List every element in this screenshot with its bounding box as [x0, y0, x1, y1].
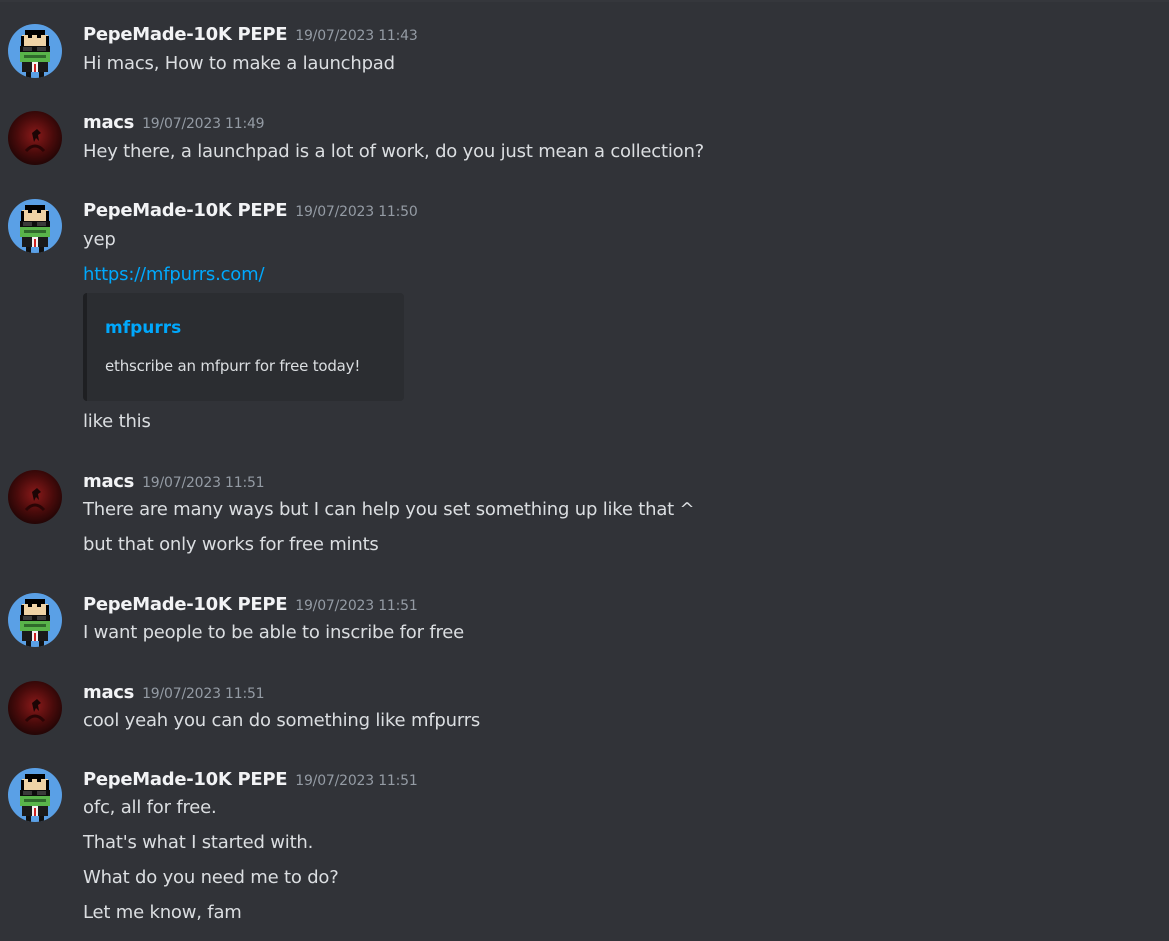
- timestamp[interactable]: 19/07/2023 11:51: [142, 686, 264, 702]
- divider: [0, 0, 1169, 2]
- macs-avatar-icon: [8, 470, 62, 524]
- message-header: PepeMade-10K PEPE 19/07/2023 11:43: [83, 24, 418, 48]
- message-link[interactable]: https://mfpurrs.com/: [83, 264, 265, 290]
- message-header: PepeMade-10K PEPE 19/07/2023 11:50: [83, 200, 418, 224]
- username[interactable]: PepeMade-10K PEPE: [83, 200, 288, 221]
- message-header: macs 19/07/2023 11:51: [83, 682, 265, 706]
- username[interactable]: PepeMade-10K PEPE: [83, 769, 288, 790]
- message-text: What do you need me to do?: [83, 867, 339, 888]
- avatar[interactable]: [8, 24, 62, 78]
- avatar[interactable]: [8, 470, 62, 524]
- message-text: yep: [83, 229, 116, 250]
- message-text: I want people to be able to inscribe for…: [83, 622, 465, 643]
- username[interactable]: PepeMade-10K PEPE: [83, 594, 288, 615]
- username[interactable]: PepeMade-10K PEPE: [83, 24, 288, 45]
- chat-message-list: PepeMade-10K PEPE 19/07/2023 11:43 Hi mac…: [0, 0, 1169, 941]
- pepe-avatar-icon: [8, 593, 62, 647]
- timestamp[interactable]: 19/07/2023 11:51: [295, 773, 417, 789]
- link-embed: mfpurrs ethscribe an mfpurr for free tod…: [83, 293, 404, 401]
- avatar[interactable]: [8, 199, 62, 253]
- username[interactable]: macs: [83, 471, 134, 492]
- message-text: cool yeah you can do something like mfpu…: [83, 710, 481, 731]
- message-text: like this: [83, 411, 151, 432]
- message-text: Hey there, a launchpad is a lot of work,…: [83, 141, 705, 162]
- timestamp[interactable]: 19/07/2023 11:51: [142, 475, 264, 491]
- message-header: macs 19/07/2023 11:51: [83, 471, 265, 495]
- message-text: That's what I started with.: [83, 832, 314, 853]
- timestamp[interactable]: 19/07/2023 11:43: [295, 28, 417, 44]
- timestamp[interactable]: 19/07/2023 11:51: [295, 598, 417, 614]
- avatar[interactable]: [8, 593, 62, 647]
- embed-description: ethscribe an mfpurr for free today!: [105, 357, 361, 375]
- message-text: Hi macs, How to make a launchpad: [83, 53, 395, 74]
- macs-avatar-icon: [8, 681, 62, 735]
- avatar[interactable]: [8, 681, 62, 735]
- message-text: ofc, all for free.: [83, 797, 217, 818]
- message-header: macs 19/07/2023 11:49: [83, 112, 265, 136]
- message-header: PepeMade-10K PEPE 19/07/2023 11:51: [83, 769, 418, 793]
- username[interactable]: macs: [83, 112, 134, 133]
- username[interactable]: macs: [83, 682, 134, 703]
- avatar[interactable]: [8, 768, 62, 822]
- timestamp[interactable]: 19/07/2023 11:50: [295, 204, 417, 220]
- message-text: Let me know, fam: [83, 902, 242, 923]
- message-text: but that only works for free mints: [83, 534, 379, 555]
- pepe-avatar-icon: [8, 768, 62, 822]
- message-text: There are many ways but I can help you s…: [83, 499, 695, 520]
- pepe-avatar-icon: [8, 199, 62, 253]
- timestamp[interactable]: 19/07/2023 11:49: [142, 116, 264, 132]
- pepe-avatar-icon: [8, 24, 62, 78]
- avatar[interactable]: [8, 111, 62, 165]
- macs-avatar-icon: [8, 111, 62, 165]
- embed-title[interactable]: mfpurrs: [105, 318, 181, 338]
- message-header: PepeMade-10K PEPE 19/07/2023 11:51: [83, 594, 418, 618]
